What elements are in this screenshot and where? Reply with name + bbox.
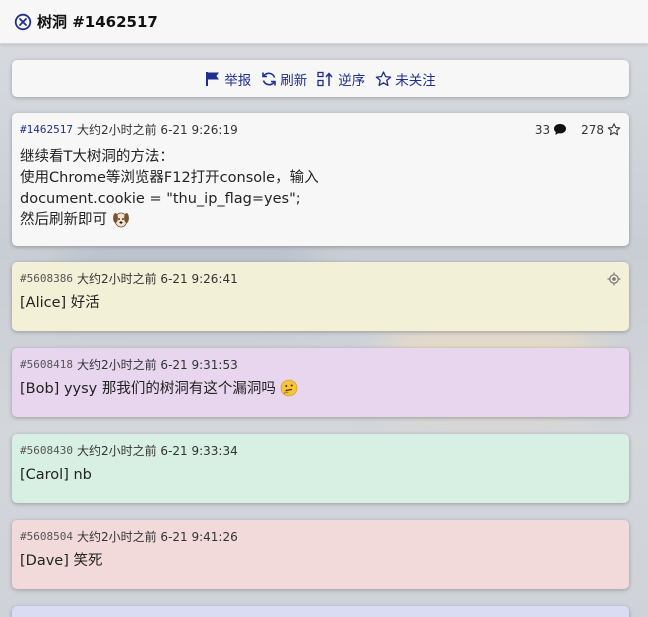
post-meta: #1462517 大约2小时之前 6-21 9:26:19 33 278	[20, 121, 621, 138]
reply-time: 大约2小时之前 6-21 9:26:41	[76, 272, 238, 286]
reply-time: 大约2小时之前 6-21 9:41:26	[76, 530, 238, 544]
reply-card[interactable]: #5608504 大约2小时之前 6-21 9:41:26 [Dave] 笑死	[12, 520, 629, 589]
reply-card-partial[interactable]	[12, 606, 629, 617]
reply-time: 大约2小时之前 6-21 9:33:34	[76, 444, 238, 458]
post-id[interactable]: #1462517	[20, 123, 73, 136]
post-line: 继续看T大树洞的方法：	[20, 149, 174, 165]
follow-label: 未关注	[395, 72, 436, 89]
title-bar: 树洞 #1462517	[0, 0, 648, 44]
reply-count: 33	[535, 123, 567, 137]
star-outline-icon	[376, 70, 392, 86]
report-label: 举报	[224, 72, 252, 89]
locate-button[interactable]	[607, 272, 621, 286]
reply-time: 大约2小时之前 6-21 9:31:53	[76, 358, 238, 372]
reply-id[interactable]: #5608386	[20, 272, 73, 285]
reply-text: [Carol] nb	[20, 467, 92, 483]
like-count-value: 278	[581, 122, 604, 137]
reply-text: [Dave] 笑死	[20, 553, 103, 569]
reply-text: [Alice] 好活	[20, 295, 100, 311]
locate-icon	[607, 272, 621, 285]
main-post-card[interactable]: #1462517 大约2小时之前 6-21 9:26:19 33 278 继续看…	[12, 113, 629, 246]
reply-card[interactable]: #5608418 大约2小时之前 6-21 9:31:53 [Bob] yysy…	[12, 348, 629, 417]
dog-face-icon	[112, 210, 130, 235]
post-body: 继续看T大树洞的方法： 使用Chrome等浏览器F12打开console，输入 …	[20, 147, 621, 235]
post-time: 大约2小时之前 6-21 9:26:19	[76, 123, 238, 137]
reply-body: [Bob] yysy 那我们的树洞有这个漏洞吗	[20, 379, 621, 404]
reply-id[interactable]: #5608430	[20, 444, 73, 457]
post-line: 使用Chrome等浏览器F12打开console，输入	[20, 170, 319, 186]
post-line: 然后刷新即可	[20, 212, 107, 228]
reply-meta: #5608418 大约2小时之前 6-21 9:31:53	[20, 356, 621, 373]
reply-card[interactable]: #5608430 大约2小时之前 6-21 9:33:34 [Carol] nb	[12, 434, 629, 503]
reply-id[interactable]: #5608504	[20, 530, 73, 543]
reply-text: [Bob] yysy 那我们的树洞有这个漏洞吗	[20, 381, 276, 397]
reply-meta: #5608430 大约2小时之前 6-21 9:33:34	[20, 442, 621, 459]
reply-count-value: 33	[534, 122, 551, 137]
refresh-label: 刷新	[280, 72, 308, 89]
reply-id[interactable]: #5608418	[20, 358, 73, 371]
comment-icon	[554, 124, 567, 135]
reply-meta: #5608386 大约2小时之前 6-21 9:26:41	[20, 270, 621, 287]
star-outline-icon	[607, 123, 621, 136]
post-stats: 33 278	[535, 123, 621, 137]
thinking-face-icon	[280, 379, 298, 404]
like-count[interactable]: 278	[581, 123, 621, 137]
toolbar: 举报 刷新 逆序 未关注	[12, 60, 629, 97]
flag-icon	[206, 72, 220, 86]
reply-meta: #5608504 大约2小时之前 6-21 9:41:26	[20, 528, 621, 545]
sort-icon	[317, 71, 333, 86]
reverse-order-button[interactable]: 逆序	[317, 69, 365, 89]
post-line: document.cookie = "thu_ip_flag=yes";	[20, 191, 301, 207]
reverse-order-label: 逆序	[338, 72, 366, 89]
report-button[interactable]: 举报	[205, 69, 251, 89]
follow-button[interactable]: 未关注	[375, 69, 436, 89]
reply-card[interactable]: #5608386 大约2小时之前 6-21 9:26:41 [Alice] 好活	[12, 262, 629, 331]
page-title: 树洞 #1462517	[37, 13, 158, 31]
refresh-button[interactable]: 刷新	[261, 69, 307, 89]
close-icon[interactable]	[14, 13, 32, 31]
refresh-icon	[262, 72, 277, 85]
post-line-with-emoji: 然后刷新即可	[20, 210, 621, 235]
